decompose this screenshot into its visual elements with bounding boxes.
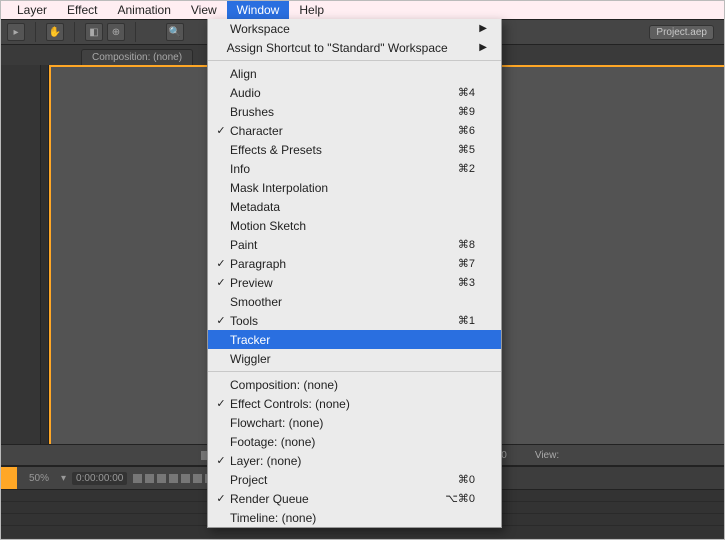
- menu-item-assign-shortcut-to-standard-workspace[interactable]: Assign Shortcut to "Standard" Workspace ▶: [208, 38, 501, 57]
- tl-icon[interactable]: [181, 474, 190, 483]
- menu-item-label: Render Queue: [228, 492, 435, 506]
- tl-icon[interactable]: [145, 474, 154, 483]
- menu-item-label: Smoother: [228, 295, 435, 309]
- checkmark-icon: ✓: [214, 124, 228, 137]
- menu-item-shortcut: ⌘1: [435, 314, 475, 327]
- menu-item-render-queue[interactable]: ✓Render Queue⌥⌘0: [208, 489, 501, 508]
- menu-item-shortcut: ⌥⌘0: [435, 492, 475, 505]
- menu-item-shortcut: ⌘3: [435, 276, 475, 289]
- submenu-arrow-icon: ▶: [475, 23, 487, 34]
- menu-item-paragraph[interactable]: ✓Paragraph⌘7: [208, 254, 501, 273]
- menu-item-label: Motion Sketch: [228, 219, 435, 233]
- menu-item-paint[interactable]: Paint⌘8: [208, 235, 501, 254]
- menu-item-label: Paragraph: [228, 257, 435, 271]
- menu-item-label: Wiggler: [228, 352, 435, 366]
- menu-item-shortcut: ⌘7: [435, 257, 475, 270]
- menu-item-motion-sketch[interactable]: Motion Sketch: [208, 216, 501, 235]
- checkmark-icon: ✓: [214, 397, 228, 410]
- menu-item-shortcut: ⌘4: [435, 86, 475, 99]
- menu-window[interactable]: Window: [227, 1, 290, 19]
- menu-item-label: Layer: (none): [228, 454, 435, 468]
- menu-help[interactable]: Help: [289, 1, 334, 19]
- menu-item-shortcut: ⌘2: [435, 162, 475, 175]
- cursor-tool-icon[interactable]: ▸: [7, 23, 25, 41]
- menubar: Layer Effect Animation View Window Help: [1, 1, 724, 19]
- menu-item-layer-none[interactable]: ✓Layer: (none): [208, 451, 501, 470]
- menu-item-label: Tracker: [228, 333, 435, 347]
- menu-item-label: Info: [228, 162, 435, 176]
- composition-tab[interactable]: Composition: (none): [81, 49, 193, 65]
- menu-item-composition-none[interactable]: Composition: (none): [208, 375, 501, 394]
- menu-item-label: Effects & Presets: [228, 143, 435, 157]
- menu-item-label: Mask Interpolation: [228, 181, 435, 195]
- checkmark-icon: ✓: [214, 314, 228, 327]
- view-label: View:: [535, 450, 559, 461]
- shape-tool-icon[interactable]: ◧: [85, 23, 103, 41]
- menu-item-info[interactable]: Info⌘2: [208, 159, 501, 178]
- menu-item-label: Paint: [228, 238, 435, 252]
- menu-item-label: Project: [228, 473, 435, 487]
- checkmark-icon: ✓: [214, 454, 228, 467]
- tl-icon[interactable]: [133, 474, 142, 483]
- menu-item-label: Flowchart: (none): [228, 416, 435, 430]
- menu-item-label: Audio: [228, 86, 435, 100]
- tl-icon[interactable]: [157, 474, 166, 483]
- menu-item-mask-interpolation[interactable]: Mask Interpolation: [208, 178, 501, 197]
- menu-item-audio[interactable]: Audio⌘4: [208, 83, 501, 102]
- hand-tool-icon[interactable]: ✋: [46, 23, 64, 41]
- checkmark-icon: ✓: [214, 276, 228, 289]
- menu-item-project[interactable]: Project⌘0: [208, 470, 501, 489]
- timeline-zoom[interactable]: 50%: [23, 473, 55, 484]
- menu-item-label: Brushes: [228, 105, 435, 119]
- menu-item-metadata[interactable]: Metadata: [208, 197, 501, 216]
- menu-item-label: Effect Controls: (none): [228, 397, 435, 411]
- menu-item-wiggler[interactable]: Wiggler: [208, 349, 501, 368]
- submenu-arrow-icon: ▶: [478, 42, 487, 53]
- menu-item-effects-presets[interactable]: Effects & Presets⌘5: [208, 140, 501, 159]
- menu-item-label: Assign Shortcut to "Standard" Workspace: [225, 41, 448, 55]
- search-tool-icon[interactable]: 🔍: [166, 23, 184, 41]
- menu-item-effect-controls-none[interactable]: ✓Effect Controls: (none): [208, 394, 501, 413]
- menu-item-workspace[interactable]: Workspace ▶: [208, 19, 501, 38]
- menu-item-flowchart-none[interactable]: Flowchart: (none): [208, 413, 501, 432]
- menu-item-footage-none[interactable]: Footage: (none): [208, 432, 501, 451]
- menu-animation[interactable]: Animation: [108, 1, 181, 19]
- menu-item-label: Tools: [228, 314, 435, 328]
- menu-item-brushes[interactable]: Brushes⌘9: [208, 102, 501, 121]
- menu-view[interactable]: View: [181, 1, 227, 19]
- menu-item-label: Footage: (none): [228, 435, 435, 449]
- menu-item-label: Metadata: [228, 200, 435, 214]
- menu-item-tracker[interactable]: Tracker: [208, 330, 501, 349]
- tl-icon[interactable]: [193, 474, 202, 483]
- project-path-label: Project.aep: [649, 25, 714, 40]
- menu-effect[interactable]: Effect: [57, 1, 107, 19]
- menu-item-character[interactable]: ✓Character⌘6: [208, 121, 501, 140]
- menu-item-shortcut: ⌘9: [435, 105, 475, 118]
- tl-icon[interactable]: [169, 474, 178, 483]
- menu-item-align[interactable]: Align: [208, 64, 501, 83]
- checkmark-icon: ✓: [214, 492, 228, 505]
- menu-item-label: Align: [228, 67, 435, 81]
- menu-item-preview[interactable]: ✓Preview⌘3: [208, 273, 501, 292]
- timeline-active-indicator: [1, 467, 17, 489]
- menu-item-shortcut: ⌘8: [435, 238, 475, 251]
- timeline-timecode[interactable]: 0:00:00:00: [72, 472, 127, 485]
- menu-item-label: Character: [228, 124, 435, 138]
- menu-item-label: Timeline: (none): [228, 511, 435, 525]
- menu-item-shortcut: ⌘5: [435, 143, 475, 156]
- window-menu-dropdown: Workspace▶Assign Shortcut to "Standard" …: [207, 19, 502, 528]
- menu-item-label: Preview: [228, 276, 435, 290]
- menu-item-shortcut: ⌘0: [435, 473, 475, 486]
- menu-layer[interactable]: Layer: [7, 1, 57, 19]
- menu-item-label: Workspace: [228, 22, 435, 36]
- left-rail: [1, 65, 49, 444]
- checkmark-icon: ✓: [214, 257, 228, 270]
- menu-item-tools[interactable]: ✓Tools⌘1: [208, 311, 501, 330]
- menu-item-shortcut: ⌘6: [435, 124, 475, 137]
- anchor-tool-icon[interactable]: ⊕: [107, 23, 125, 41]
- menu-item-smoother[interactable]: Smoother: [208, 292, 501, 311]
- menu-item-timeline-none[interactable]: Timeline: (none): [208, 508, 501, 527]
- menu-item-label: Composition: (none): [228, 378, 435, 392]
